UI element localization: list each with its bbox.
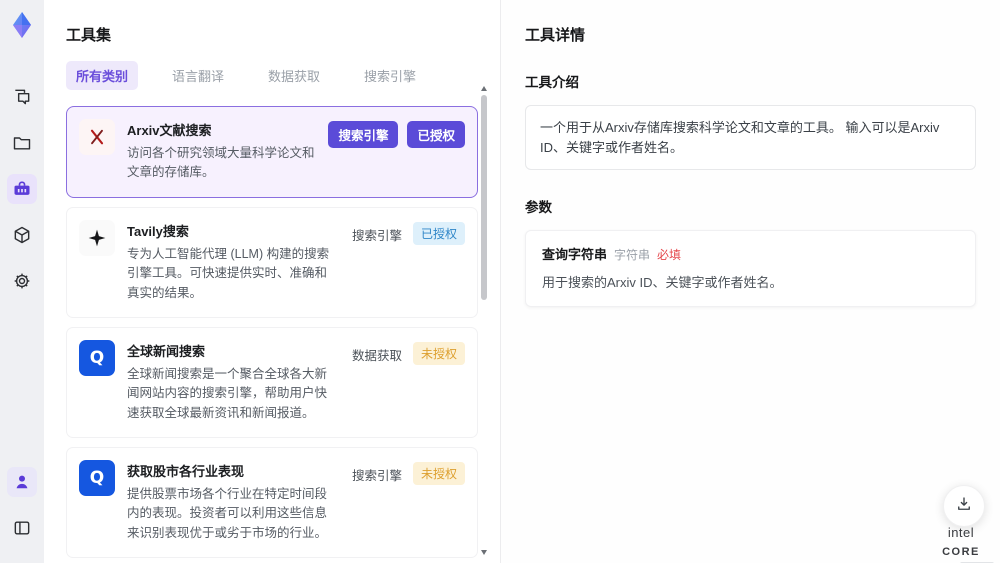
tool-category-badge: 搜索引擎 — [351, 228, 402, 243]
list-scrollbar[interactable] — [481, 86, 487, 555]
tool-category-badge: 数据获取 — [351, 348, 402, 363]
sidebar-item-models[interactable] — [7, 220, 37, 250]
tool-category-badge: 搜索引擎 — [351, 469, 402, 483]
sidebar-rail — [0, 0, 44, 563]
category-tab[interactable]: 搜索引擎 — [354, 61, 426, 90]
toolbox-icon — [12, 179, 32, 199]
core-brand-text: CORE — [942, 545, 980, 558]
panel-toggle-icon — [12, 518, 32, 538]
intro-heading: 工具介绍 — [525, 75, 579, 90]
tool-description: 提供股票市场各个行业在特定时间段内的表现。投资者可以利用这些信息来识别表现优于或… — [127, 487, 328, 540]
param-name: 查询字符串 — [542, 247, 608, 262]
param-card: 查询字符串 字符串 必填 用于搜索的Arxiv ID、关键字或作者姓名。 — [525, 230, 976, 307]
page-title: 工具集 — [66, 27, 112, 44]
sidebar-item-settings[interactable] — [7, 266, 37, 296]
app-logo[interactable] — [7, 10, 37, 40]
tavily-logo-icon — [79, 219, 115, 256]
tool-description: 全球新闻搜索是一个聚合全球各大新闻网站内容的搜索引擎，帮助用户快速获取全球最新资… — [127, 366, 328, 420]
category-tab[interactable]: 数据获取 — [258, 61, 330, 90]
tool-card[interactable]: Tavily搜索 专为人工智能代理 (LLM) 构建的搜索引擎工具。可快速提供实… — [66, 206, 478, 318]
download-button[interactable] — [943, 485, 985, 527]
stock-logo-icon: Q — [79, 460, 115, 496]
tool-status-badge: 已授权 — [407, 121, 465, 148]
sidebar-item-user[interactable] — [7, 467, 37, 497]
detail-title: 工具详情 — [525, 27, 586, 44]
tool-list: Arxiv文献搜索 访问各个研究领域大量科学论文和文章的存储库。 搜索引擎 已授… — [66, 106, 478, 563]
tool-status-badge: 未授权 — [412, 462, 465, 485]
tool-card[interactable]: Q 全球新闻搜索 全球新闻搜索是一个聚合全球各大新闻网站内容的搜索引擎，帮助用户… — [66, 326, 478, 438]
params-heading: 参数 — [525, 200, 552, 215]
folder-icon — [12, 133, 32, 153]
scroll-down-arrow-icon[interactable] — [481, 550, 487, 555]
category-tab[interactable]: 所有类别 — [66, 61, 139, 90]
download-icon — [955, 495, 973, 518]
cube-icon — [12, 225, 32, 245]
tool-name: Arxiv文献搜索 — [127, 123, 212, 138]
tool-name: 全球新闻搜索 — [127, 343, 206, 359]
param-type: 字符串 — [614, 248, 651, 262]
tool-card[interactable]: Q 获取股市各行业表现 提供股票市场各个行业在特定时间段内的表现。投资者可以利用… — [66, 447, 478, 559]
tool-name: 获取股市各行业表现 — [127, 464, 245, 479]
params-list: 查询字符串 字符串 必填 用于搜索的Arxiv ID、关键字或作者姓名。 — [525, 230, 976, 307]
chat-icon — [12, 87, 32, 107]
category-tabs: 所有类别 语言翻译 数据获取 搜索引擎 — [66, 61, 478, 90]
arxiv-logo-icon — [79, 119, 115, 155]
global-news-logo-icon: Q — [79, 339, 115, 376]
tool-category-badge: 搜索引擎 — [328, 121, 399, 148]
intel-core-logo: intel CORE — [928, 524, 994, 563]
category-tab[interactable]: 语言翻译 — [162, 61, 234, 90]
sidebar-item-toolset[interactable] — [7, 174, 37, 204]
tool-description: 专为人工智能代理 (LLM) 构建的搜索引擎工具。可快速提供实时、准确和真实的结… — [127, 246, 330, 300]
tool-description: 访问各个研究领域大量科学论文和文章的存储库。 — [127, 146, 315, 180]
tool-card[interactable]: Arxiv文献搜索 访问各个研究领域大量科学论文和文章的存储库。 搜索引擎 已授… — [66, 106, 478, 198]
param-description: 用于搜索的Arxiv ID、关键字或作者姓名。 — [542, 275, 783, 290]
user-icon — [12, 472, 32, 492]
tool-status-badge: 未授权 — [412, 341, 465, 365]
intro-text: 一个用于从Arxiv存储库搜索科学论文和文章的工具。 输入可以是Arxiv ID… — [525, 105, 976, 170]
sidebar-item-files[interactable] — [7, 128, 37, 158]
scrollbar-thumb[interactable] — [481, 95, 487, 300]
param-required-flag: 必填 — [657, 248, 682, 262]
tool-status-badge: 已授权 — [412, 221, 465, 245]
sidebar-item-chat[interactable] — [7, 82, 37, 112]
settings-icon — [12, 271, 32, 291]
tool-detail-pane: 工具详情 工具介绍 一个用于从Arxiv存储库搜索科学论文和文章的工具。 输入可… — [500, 0, 1000, 563]
tool-name: Tavily搜索 — [127, 223, 189, 239]
intel-brand-text: intel — [947, 525, 975, 540]
toolset-pane: 工具集 所有类别 语言翻译 数据获取 搜索引擎 Arxiv文献搜索 访问各个研究领域大… — [44, 0, 500, 563]
sidebar-item-panel-toggle[interactable] — [7, 513, 37, 543]
scroll-up-arrow-icon[interactable] — [481, 86, 487, 91]
